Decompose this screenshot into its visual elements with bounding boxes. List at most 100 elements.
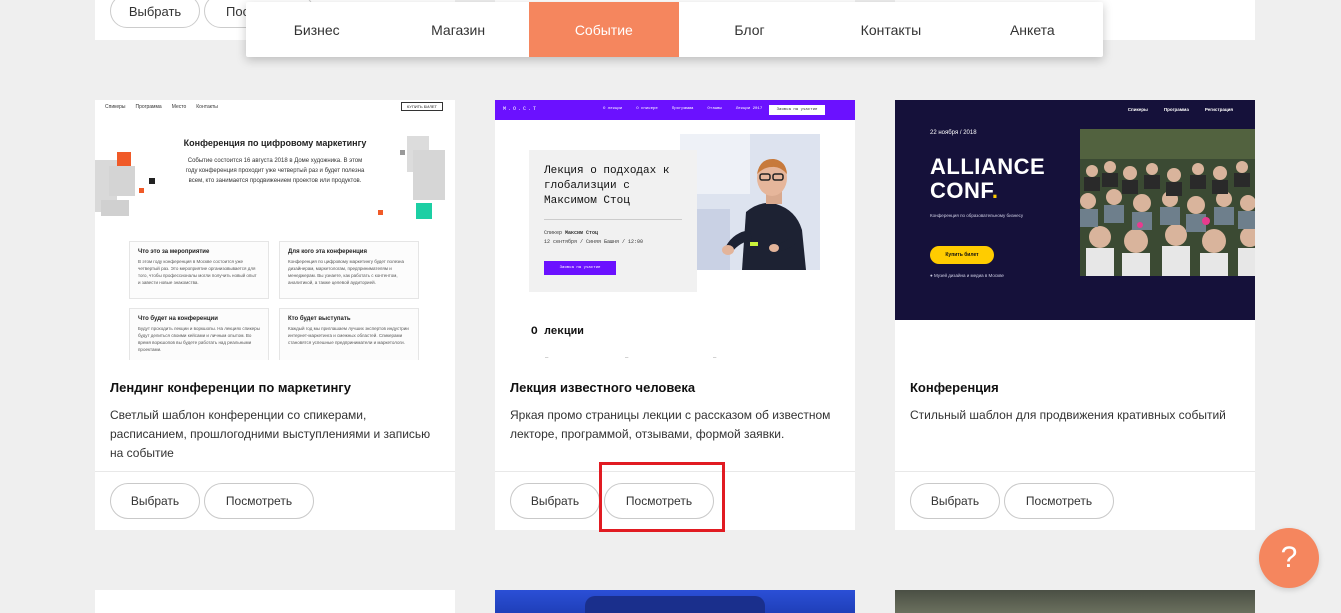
preview-nav-item: Спикеры xyxy=(1127,107,1148,112)
preview-dark-hero: Спикеры Программа Регистрация 22 ноября … xyxy=(895,100,1255,320)
preview-nav-item: Отзывы xyxy=(707,107,722,111)
speaker-prefix: Спикер xyxy=(544,230,563,236)
view-button[interactable]: Посмотреть xyxy=(1004,483,1114,519)
card-divider xyxy=(895,471,1255,472)
preview-nav-item: Программа xyxy=(1163,107,1189,112)
preview-box-text: Будут проходить лекции и воркшопы. На ле… xyxy=(138,326,260,352)
decor-shape xyxy=(400,150,405,155)
decor-dash: – xyxy=(713,355,717,360)
template-preview[interactable]: М.О.С.Т О лекции О спикере Программа Отз… xyxy=(495,100,855,360)
partial-card-bottom-right xyxy=(895,590,1255,613)
panel-apply-button: Заявка на участие xyxy=(544,261,616,275)
decor-shape xyxy=(109,166,135,196)
headline-dot: . xyxy=(991,178,999,203)
view-button[interactable]: Посмотреть xyxy=(204,483,314,519)
choose-button[interactable]: Выбрать xyxy=(110,0,200,28)
preview-nav: О лекции О спикере Программа Отзывы Лекц… xyxy=(603,107,762,111)
card-description: Яркая промо страницы лекции с рассказом … xyxy=(510,408,831,441)
preview-box-title: Что это за мероприятие xyxy=(138,249,210,255)
template-card-conference: Спикеры Программа Регистрация 22 ноября … xyxy=(895,100,1255,530)
preview-info-box: Что это за мероприятие В этом году конфе… xyxy=(129,241,269,299)
preview-nav-bar: М.О.С.Т О лекции О спикере Программа Отз… xyxy=(495,100,855,120)
preview-box-title: Что будет на конференции xyxy=(138,316,218,322)
speaker-name: Максим Стоц xyxy=(565,230,599,236)
card-description: Светлый шаблон конференции со спикерами,… xyxy=(110,408,431,460)
preview-box-text: В этом году конференция в Москве состоит… xyxy=(138,259,257,285)
preview-info-box: Кто будет выступать Каждый год мы пригла… xyxy=(279,308,419,360)
decor-shape xyxy=(149,178,155,184)
card-divider xyxy=(495,471,855,472)
tab-event[interactable]: Событие xyxy=(528,2,679,57)
preview-nav-item: О лекции xyxy=(603,107,623,111)
speaker-illustration xyxy=(680,134,820,270)
preview-info-box: Что будет на конференции Будут проходить… xyxy=(129,308,269,360)
lecture-title: Лекция о подходах к глобализции с Максим… xyxy=(544,165,670,207)
card-description: Стильный шаблон для продвижения кративны… xyxy=(910,408,1226,422)
preview-subtitle: Конференция по образовательному бизнесу xyxy=(930,213,1024,218)
about-heading: О лекции xyxy=(531,326,584,338)
preview-nav-item: Место xyxy=(171,104,187,110)
decor-shape xyxy=(117,152,131,166)
choose-button[interactable]: Выбрать xyxy=(510,483,600,519)
preview-nav-item: О спикере xyxy=(636,107,658,111)
preview-date: 22 ноября / 2018 xyxy=(930,130,977,136)
preview-nav-item: Программа xyxy=(135,104,162,110)
decor-dash: – xyxy=(625,355,629,360)
decor-shape xyxy=(101,200,129,216)
decor-shape xyxy=(139,188,144,193)
card-title: Конференция xyxy=(910,380,999,395)
decor-dash: – xyxy=(545,355,549,360)
decor-shape xyxy=(413,150,445,200)
card-title: Лендинг конференции по маркетингу xyxy=(110,380,351,395)
preview-nav-item: Спикеры xyxy=(105,104,126,110)
template-preview[interactable]: Спикеры Программа Регистрация 22 ноября … xyxy=(895,100,1255,360)
lecture-when-where: 12 сентября / Синяя Башня / 12:00 xyxy=(544,239,644,245)
preview-nav-item: Регистрация xyxy=(1204,107,1233,112)
preview-nav: Спикеры Программа Регистрация xyxy=(1128,107,1233,112)
view-button[interactable]: Посмотреть xyxy=(604,483,714,519)
headline-line-2: CONF. xyxy=(930,179,1045,203)
tab-contacts[interactable]: Контакты xyxy=(820,2,961,57)
preview-nav-item: Лекции 2017 xyxy=(735,107,763,111)
headline-line-1: ALLIANCE xyxy=(930,154,1046,179)
preview-buy-button: Купить билет xyxy=(930,246,994,264)
help-button[interactable]: ? xyxy=(1259,528,1319,588)
preview-heading: Конференция по цифровому маркетингу xyxy=(183,138,367,148)
preview-logo: М.О.С.Т xyxy=(503,106,539,112)
speaker-line: Спикер Максим Стоц xyxy=(544,229,682,238)
card-title: Лекция известного человека xyxy=(510,380,696,395)
partial-card-bottom-left xyxy=(95,590,455,613)
headline-word: CONF xyxy=(930,178,992,203)
panel-separator xyxy=(544,219,682,220)
template-card-marketing-conference: Спикеры Программа Место Контакты КУПИТЬ … xyxy=(95,100,455,530)
preview-nav-item: Программа xyxy=(671,107,694,111)
preview-apply-button: Заявка на участие xyxy=(769,105,825,115)
audience-illustration xyxy=(1080,129,1255,276)
preview-nav-item: Контакты xyxy=(196,104,218,110)
preview-box-title: Для кого эта конференция xyxy=(288,249,367,255)
preview-place-text: Музей дизайна и медиа в Москве xyxy=(933,273,1004,278)
tab-survey[interactable]: Анкета xyxy=(962,2,1103,57)
template-card-famous-lecture: М.О.С.Т О лекции О спикере Программа Отз… xyxy=(495,100,855,530)
card-divider xyxy=(95,471,455,472)
audience-photo xyxy=(1080,129,1255,276)
preview-place: ● Музей дизайна и медиа в Москве xyxy=(930,273,1004,278)
tab-business[interactable]: Бизнес xyxy=(246,2,387,57)
tab-shop[interactable]: Магазин xyxy=(387,2,528,57)
preview-box-text: Каждый год мы приглашаем лучших эксперто… xyxy=(288,326,409,345)
preview-intro: Событие состоится 16 августа 2018 в Доме… xyxy=(185,158,365,184)
tab-blog[interactable]: Блог xyxy=(679,2,820,57)
preview-nav: Спикеры Программа Место Контакты xyxy=(105,104,218,110)
preview-box-title: Кто будет выступать xyxy=(288,316,351,322)
lecture-panel: Лекция о подходах к глобализции с Максим… xyxy=(529,150,697,292)
preview-info-box: Для кого эта конференция Конференция по … xyxy=(279,241,419,299)
template-preview[interactable]: Спикеры Программа Место Контакты КУПИТЬ … xyxy=(95,100,455,360)
speaker-photo xyxy=(680,134,820,270)
decor-shape xyxy=(416,203,432,219)
preview-box-text: Конференция по цифровому маркетингу буде… xyxy=(288,259,405,285)
category-tabs: Бизнес Магазин Событие Блог Контакты Анк… xyxy=(246,2,1103,57)
choose-button[interactable]: Выбрать xyxy=(910,483,1000,519)
partial-card-bottom-middle xyxy=(495,590,855,613)
choose-button[interactable]: Выбрать xyxy=(110,483,200,519)
preview-buy-button: КУПИТЬ БИЛЕТ xyxy=(400,102,443,111)
